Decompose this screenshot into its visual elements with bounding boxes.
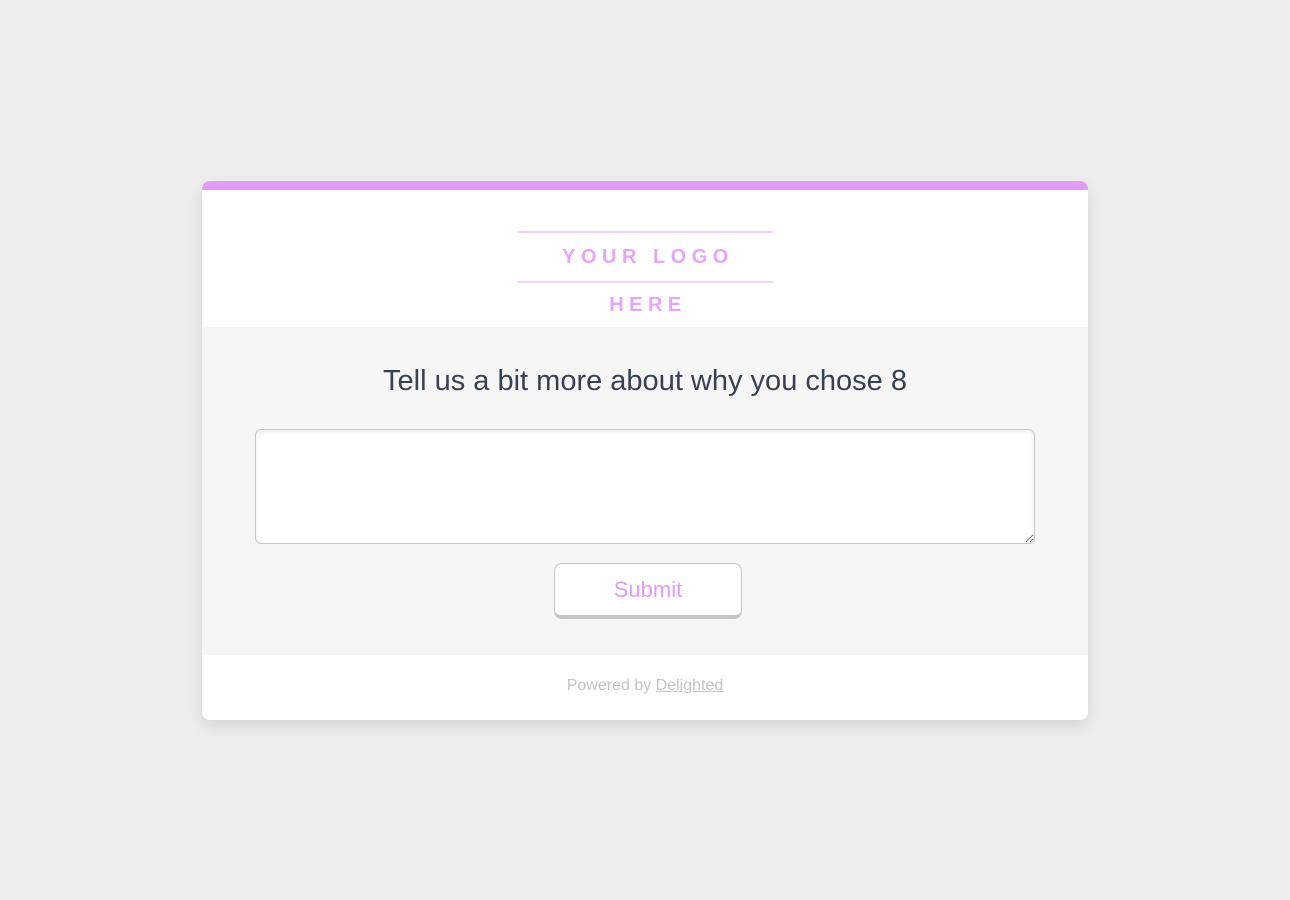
card-footer: Powered by Delighted [202, 655, 1088, 720]
powered-by-text: Powered by Delighted [567, 677, 724, 695]
survey-card: YOUR LOGO HERE Tell us a bit more about … [202, 181, 1088, 720]
question-section: Tell us a bit more about why you chose 8… [202, 327, 1088, 655]
card-header: YOUR LOGO HERE [202, 190, 1088, 327]
comment-textarea[interactable] [255, 429, 1035, 544]
question-title: Tell us a bit more about why you chose 8 [383, 365, 907, 397]
submit-button[interactable]: Submit [554, 563, 742, 619]
logo-placeholder: YOUR LOGO HERE [517, 231, 773, 316]
delighted-link[interactable]: Delighted [656, 677, 724, 694]
powered-by-prefix: Powered by [566, 677, 652, 694]
accent-bar [202, 181, 1088, 190]
